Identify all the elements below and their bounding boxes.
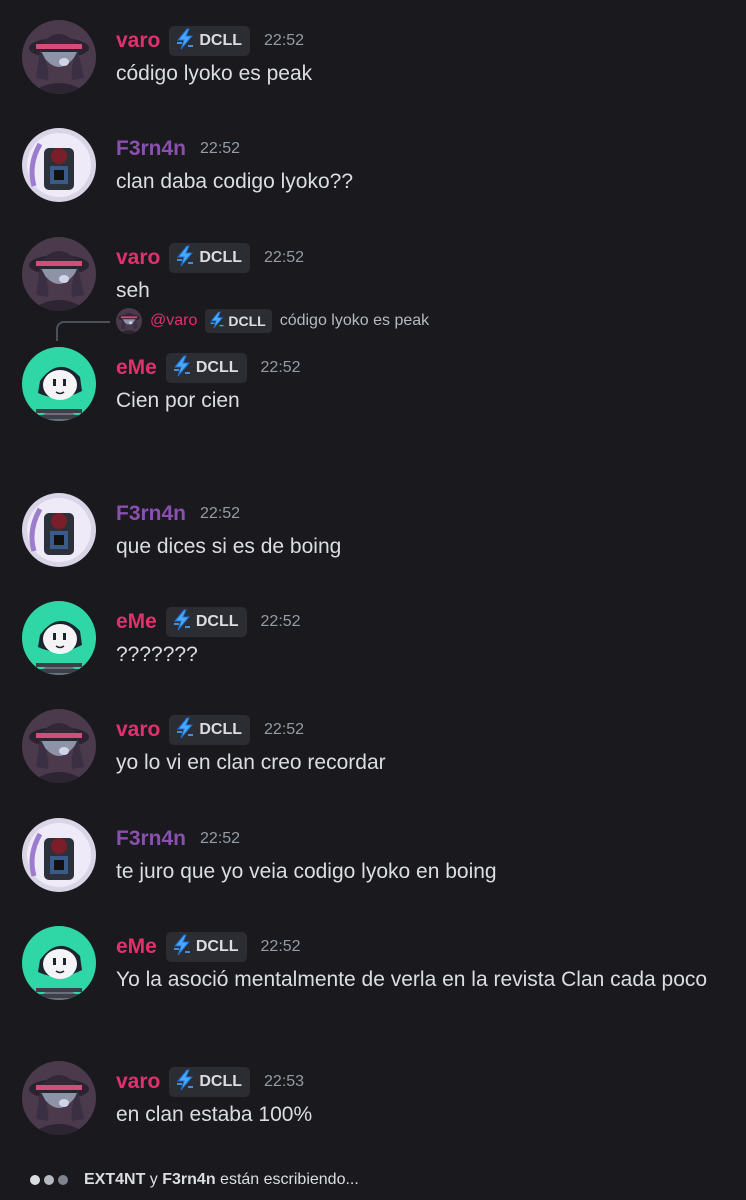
lightning-bolt-icon [172, 934, 196, 961]
clan-tag[interactable]: DCLL [169, 243, 251, 273]
chat-message: F3rn4n 22:52 que dices si es de boing [0, 493, 746, 573]
message-text: clan daba codigo lyoko?? [116, 170, 354, 193]
typing-user-1: EXT4NT [84, 1171, 146, 1188]
clan-tag[interactable]: DCLL [165, 353, 247, 383]
chat-message: varo DCLL 22:52 yo lo vi en clan creo recor… [0, 709, 746, 789]
clan-tag[interactable]: DCLL [169, 26, 251, 56]
clan-tag[interactable]: DCLL [169, 1067, 251, 1097]
message-text: código lyoko es peak [116, 62, 313, 85]
avatar[interactable] [22, 347, 96, 421]
author-name[interactable]: eMe [116, 610, 157, 634]
author-name[interactable]: eMe [116, 935, 157, 959]
lightning-bolt-icon [175, 717, 199, 744]
reply-author-mention[interactable]: @varo [150, 312, 197, 330]
typing-indicator: EXT4NT y F3rn4n están escribiendo... [0, 1160, 746, 1200]
message-text: ??????? [116, 643, 198, 666]
author-name[interactable]: varo [116, 1070, 160, 1094]
chat-message: varo DCLL 22:53 en clan estaba 100% [0, 1061, 746, 1141]
timestamp[interactable]: 22:52 [200, 830, 240, 848]
message-text: en clan estaba 100% [116, 1103, 313, 1126]
typing-connector: y [149, 1171, 158, 1188]
clan-tag-label: DCLL [199, 721, 243, 738]
reply-clan-tag[interactable]: DCLL [205, 309, 272, 333]
avatar[interactable] [22, 493, 96, 567]
author-name[interactable]: F3rn4n [116, 137, 186, 161]
avatar[interactable] [22, 926, 96, 1000]
message-text: te juro que yo veia codigo lyoko en boin… [116, 860, 497, 883]
author-name[interactable]: eMe [116, 356, 157, 380]
avatar[interactable] [22, 709, 96, 783]
reply-avatar [116, 308, 142, 334]
reply-text[interactable]: código lyoko es peak [280, 312, 429, 330]
timestamp[interactable]: 22:52 [264, 249, 304, 267]
chat-message-list: varo DCLL 22:52 código lyoko es peak F3rn4n 2… [0, 0, 746, 1160]
lightning-bolt-icon [175, 28, 199, 55]
lightning-bolt-icon [172, 609, 196, 636]
reply-tag-label: DCLL [228, 313, 266, 329]
timestamp[interactable]: 22:52 [200, 140, 240, 158]
author-name[interactable]: varo [116, 718, 160, 742]
lightning-bolt-icon [209, 311, 228, 332]
timestamp[interactable]: 22:53 [264, 1073, 304, 1091]
timestamp[interactable]: 22:52 [261, 938, 301, 956]
message-text: Yo la asoció mentalmente de verla en la … [116, 968, 708, 991]
typing-user-2: F3rn4n [162, 1171, 216, 1188]
timestamp[interactable]: 22:52 [261, 613, 301, 631]
avatar[interactable] [22, 818, 96, 892]
lightning-bolt-icon [175, 245, 199, 272]
message-text: que dices si es de boing [116, 535, 342, 558]
timestamp[interactable]: 22:52 [264, 32, 304, 50]
reply-preview[interactable]: @varo DCLL código lyoko es peak [0, 303, 746, 341]
typing-suffix: están escribiendo... [220, 1171, 359, 1188]
reply-connector-line [56, 321, 110, 341]
avatar[interactable] [22, 237, 96, 311]
clan-tag-label: DCLL [199, 1073, 243, 1090]
timestamp[interactable]: 22:52 [261, 359, 301, 377]
clan-tag-label: DCLL [195, 938, 239, 955]
message-text: yo lo vi en clan creo recordar [116, 751, 386, 774]
clan-tag[interactable]: DCLL [165, 932, 247, 962]
clan-tag[interactable]: DCLL [169, 715, 251, 745]
avatar[interactable] [22, 1061, 96, 1135]
clan-tag-label: DCLL [195, 359, 239, 376]
author-name[interactable]: varo [116, 246, 160, 270]
chat-message: @varo DCLL código lyoko es peak eMe DCLL 22:5… [0, 303, 746, 427]
clan-tag-label: DCLL [195, 613, 239, 630]
clan-tag-label: DCLL [199, 249, 243, 266]
chat-message: F3rn4n 22:52 te juro que yo veia codigo ly… [0, 818, 746, 898]
typing-dots-icon [30, 1175, 72, 1185]
author-name[interactable]: varo [116, 29, 160, 53]
message-text: Cien por cien [116, 389, 240, 412]
author-name[interactable]: F3rn4n [116, 827, 186, 851]
chat-message: eMe DCLL 22:52 Yo la asoció mentalmente de … [0, 926, 746, 1036]
avatar[interactable] [22, 20, 96, 94]
lightning-bolt-icon [175, 1069, 199, 1096]
timestamp[interactable]: 22:52 [200, 505, 240, 523]
clan-tag-label: DCLL [199, 32, 243, 49]
chat-message: varo DCLL 22:52 código lyoko es peak [0, 20, 746, 100]
chat-message: eMe DCLL 22:52??????? [0, 601, 746, 681]
author-name[interactable]: F3rn4n [116, 502, 186, 526]
chat-message: F3rn4n 22:52 clan daba codigo lyoko?? [0, 128, 746, 208]
clan-tag[interactable]: DCLL [165, 607, 247, 637]
lightning-bolt-icon [172, 355, 196, 382]
avatar[interactable] [22, 601, 96, 675]
avatar[interactable] [22, 128, 96, 202]
timestamp[interactable]: 22:52 [264, 721, 304, 739]
